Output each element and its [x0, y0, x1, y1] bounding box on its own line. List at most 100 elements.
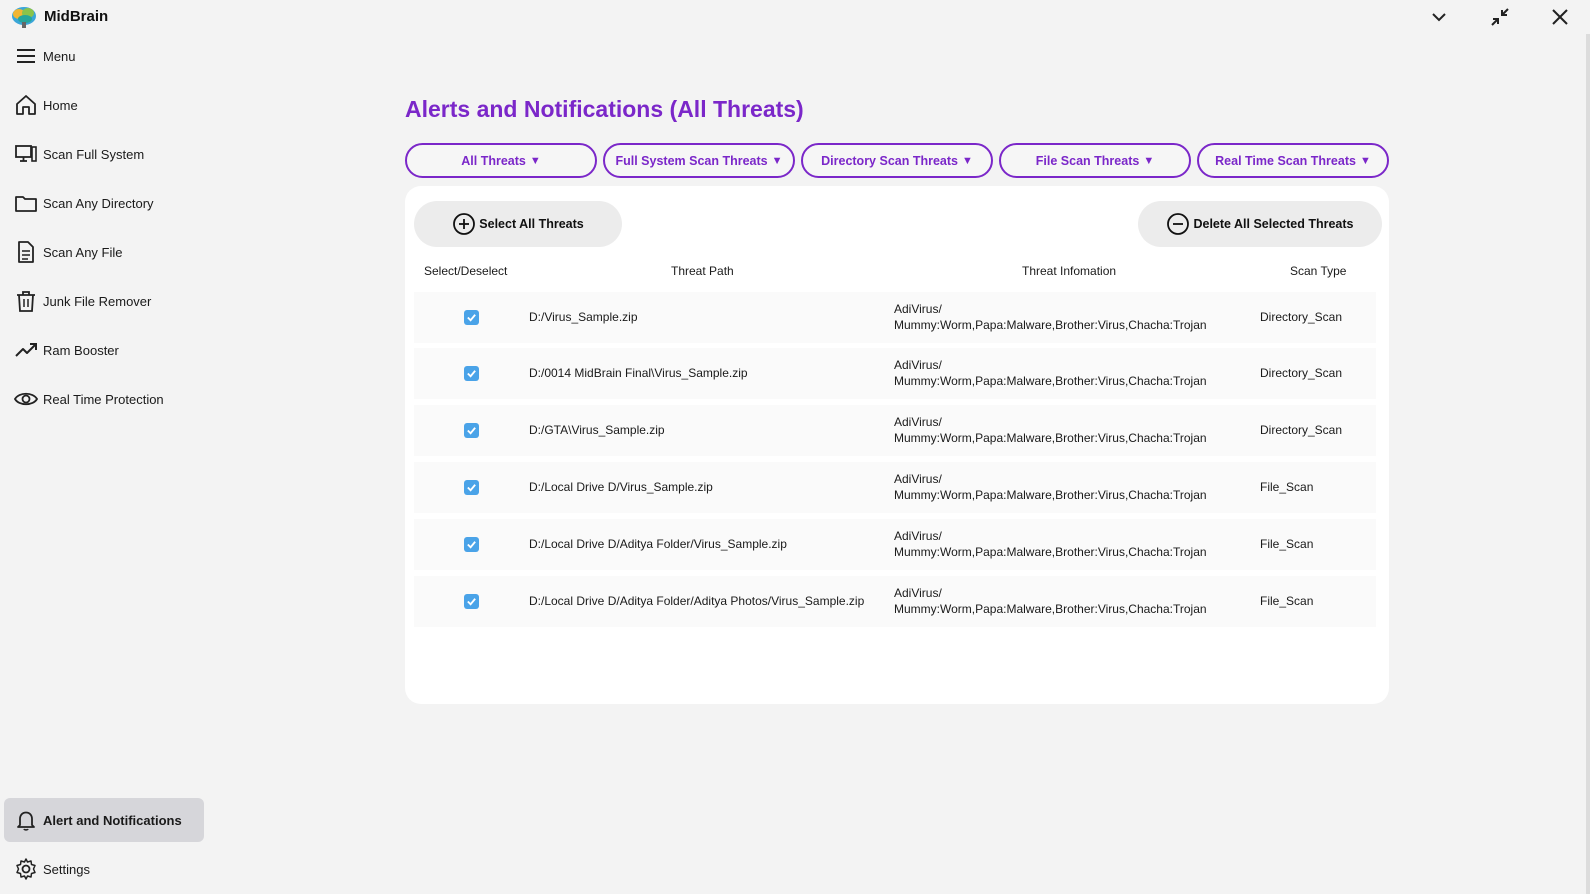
brain-logo-icon	[10, 5, 38, 29]
threat-information: AdiVirus/Mummy:Worm,Papa:Malware,Brother…	[894, 528, 1207, 560]
sidebar-item-label: Real Time Protection	[43, 391, 164, 407]
sidebar-item-real-time-protection[interactable]: Real Time Protection	[4, 377, 204, 421]
filter-label: Directory Scan Threats	[821, 153, 958, 168]
filter-file-scan-threats-button[interactable]: File Scan Threats ▼	[999, 143, 1191, 178]
threat-information: AdiVirus/Mummy:Worm,Papa:Malware,Brother…	[894, 414, 1207, 446]
threat-info-line: AdiVirus/	[894, 472, 942, 486]
select-all-label: Select All Threats	[479, 217, 584, 231]
delete-selected-label: Delete All Selected Threats	[1193, 217, 1354, 231]
sidebar-item-label: Ram Booster	[43, 342, 119, 358]
table-row: D:/Local Drive D/Virus_Sample.zip AdiVir…	[414, 462, 1376, 513]
file-icon	[13, 239, 39, 265]
delete-all-selected-threats-button[interactable]: Delete All Selected Threats	[1138, 201, 1382, 247]
plus-circle-icon	[453, 213, 476, 235]
table-row: D:/GTA\Virus_Sample.zip AdiVirus/Mummy:W…	[414, 405, 1376, 456]
threat-path: D:/Virus_Sample.zip	[529, 310, 638, 324]
table-row: D:/Local Drive D/Aditya Folder/Virus_Sam…	[414, 519, 1376, 570]
threat-info-line: AdiVirus/	[894, 586, 942, 600]
sidebar-item-label: Alert and Notifications	[43, 812, 182, 828]
threat-info-line: AdiVirus/	[894, 302, 942, 316]
row-checkbox[interactable]	[464, 537, 479, 552]
chevron-down-icon[interactable]	[1427, 6, 1451, 28]
sidebar-item-label: Settings	[43, 861, 90, 877]
threat-information: AdiVirus/Mummy:Worm,Papa:Malware,Brother…	[894, 301, 1207, 333]
sidebar-item-label: Scan Any File	[43, 244, 123, 260]
row-checkbox[interactable]	[464, 480, 479, 495]
trend-up-icon	[13, 337, 39, 363]
scan-type: File_Scan	[1260, 537, 1314, 551]
row-checkbox[interactable]	[464, 366, 479, 381]
bell-icon	[13, 807, 39, 833]
threat-information: AdiVirus/Mummy:Worm,Papa:Malware,Brother…	[894, 357, 1207, 389]
row-checkbox[interactable]	[464, 310, 479, 325]
hamburger-menu-icon	[13, 43, 39, 69]
sidebar-item-alert-and-notifications[interactable]: Alert and Notifications	[4, 798, 204, 842]
sidebar-item-scan-any-directory[interactable]: Scan Any Directory	[4, 181, 204, 225]
filter-label: Real Time Scan Threats	[1215, 153, 1356, 168]
threat-info-line: AdiVirus/	[894, 358, 942, 372]
column-header-threat-path: Threat Path	[671, 264, 734, 278]
table-row: D:/Virus_Sample.zip AdiVirus/Mummy:Worm,…	[414, 292, 1376, 343]
scrollbar[interactable]	[1586, 34, 1590, 894]
threat-info-line: AdiVirus/	[894, 415, 942, 429]
threat-path: D:/Local Drive D/Virus_Sample.zip	[529, 480, 713, 494]
table-row: D:/0014 MidBrain Final\Virus_Sample.zip …	[414, 348, 1376, 399]
trash-icon	[13, 288, 39, 314]
row-checkbox[interactable]	[464, 594, 479, 609]
threat-info-line: Mummy:Worm,Papa:Malware,Brother:Virus,Ch…	[894, 488, 1207, 502]
sidebar-item-label: Scan Any Directory	[43, 195, 154, 211]
page-title: Alerts and Notifications (All Threats)	[405, 96, 804, 122]
column-header-select: Select/Deselect	[424, 264, 508, 278]
monitor-icon	[13, 141, 39, 167]
threat-path: D:/Local Drive D/Aditya Folder/Virus_Sam…	[529, 537, 787, 551]
title-bar: MidBrain	[0, 0, 1590, 34]
filter-full-system-scan-threats-button[interactable]: Full System Scan Threats ▼	[603, 143, 795, 178]
filter-all-threats-button[interactable]: All Threats ▼	[405, 143, 597, 178]
sidebar-item-label: Scan Full System	[43, 146, 145, 162]
scan-type: File_Scan	[1260, 480, 1314, 494]
close-icon[interactable]	[1548, 6, 1572, 28]
menu-label: Menu	[43, 48, 76, 64]
filter-label: All Threats	[461, 153, 526, 168]
scan-type: File_Scan	[1260, 594, 1314, 608]
column-header-threat-information: Threat Infomation	[1022, 264, 1117, 278]
folder-icon	[13, 190, 39, 216]
threat-info-line: Mummy:Worm,Papa:Malware,Brother:Virus,Ch…	[894, 602, 1207, 616]
filter-directory-scan-threats-button[interactable]: Directory Scan Threats ▼	[801, 143, 993, 178]
threat-info-line: Mummy:Worm,Papa:Malware,Brother:Virus,Ch…	[894, 374, 1207, 388]
filter-label: Full System Scan Threats	[615, 153, 768, 168]
threat-path: D:/Local Drive D/Aditya Folder/Aditya Ph…	[529, 594, 865, 608]
caret-down-icon: ▼	[1359, 154, 1371, 167]
caret-down-icon: ▼	[771, 154, 783, 167]
sidebar-item-scan-full-system[interactable]: Scan Full System	[4, 132, 204, 176]
row-checkbox[interactable]	[464, 423, 479, 438]
sidebar-item-junk-file-remover[interactable]: Junk File Remover	[4, 279, 204, 323]
caret-down-icon: ▼	[529, 154, 541, 167]
threat-info-line: Mummy:Worm,Papa:Malware,Brother:Virus,Ch…	[894, 318, 1207, 332]
select-all-threats-button[interactable]: Select All Threats	[414, 201, 622, 247]
column-header-scan-type: Scan Type	[1290, 264, 1347, 278]
sidebar-item-ram-booster[interactable]: Ram Booster	[4, 328, 204, 372]
sidebar-item-label: Junk File Remover	[43, 293, 152, 309]
minimize-arrows-icon[interactable]	[1488, 6, 1512, 28]
threat-path: D:/0014 MidBrain Final\Virus_Sample.zip	[529, 366, 748, 380]
minus-circle-icon	[1167, 213, 1190, 235]
sidebar-item-home[interactable]: Home	[4, 83, 204, 127]
menu-toggle-button[interactable]: Menu	[4, 34, 204, 78]
sidebar-item-settings[interactable]: Settings	[4, 847, 204, 891]
threat-info-line: Mummy:Worm,Papa:Malware,Brother:Virus,Ch…	[894, 545, 1207, 559]
caret-down-icon: ▼	[1143, 154, 1155, 167]
filter-real-time-scan-threats-button[interactable]: Real Time Scan Threats ▼	[1197, 143, 1389, 178]
threat-info-line: AdiVirus/	[894, 529, 942, 543]
threat-information: AdiVirus/Mummy:Worm,Papa:Malware,Brother…	[894, 585, 1207, 617]
threat-information: AdiVirus/Mummy:Worm,Papa:Malware,Brother…	[894, 471, 1207, 503]
threat-info-line: Mummy:Worm,Papa:Malware,Brother:Virus,Ch…	[894, 431, 1207, 445]
sidebar-item-label: Home	[43, 97, 78, 113]
app-title: MidBrain	[44, 8, 109, 25]
home-icon	[13, 92, 39, 118]
table-row: D:/Local Drive D/Aditya Folder/Aditya Ph…	[414, 576, 1376, 627]
sidebar-item-scan-any-file[interactable]: Scan Any File	[4, 230, 204, 274]
caret-down-icon: ▼	[961, 154, 973, 167]
filter-label: File Scan Threats	[1035, 153, 1140, 168]
threat-path: D:/GTA\Virus_Sample.zip	[529, 423, 665, 437]
